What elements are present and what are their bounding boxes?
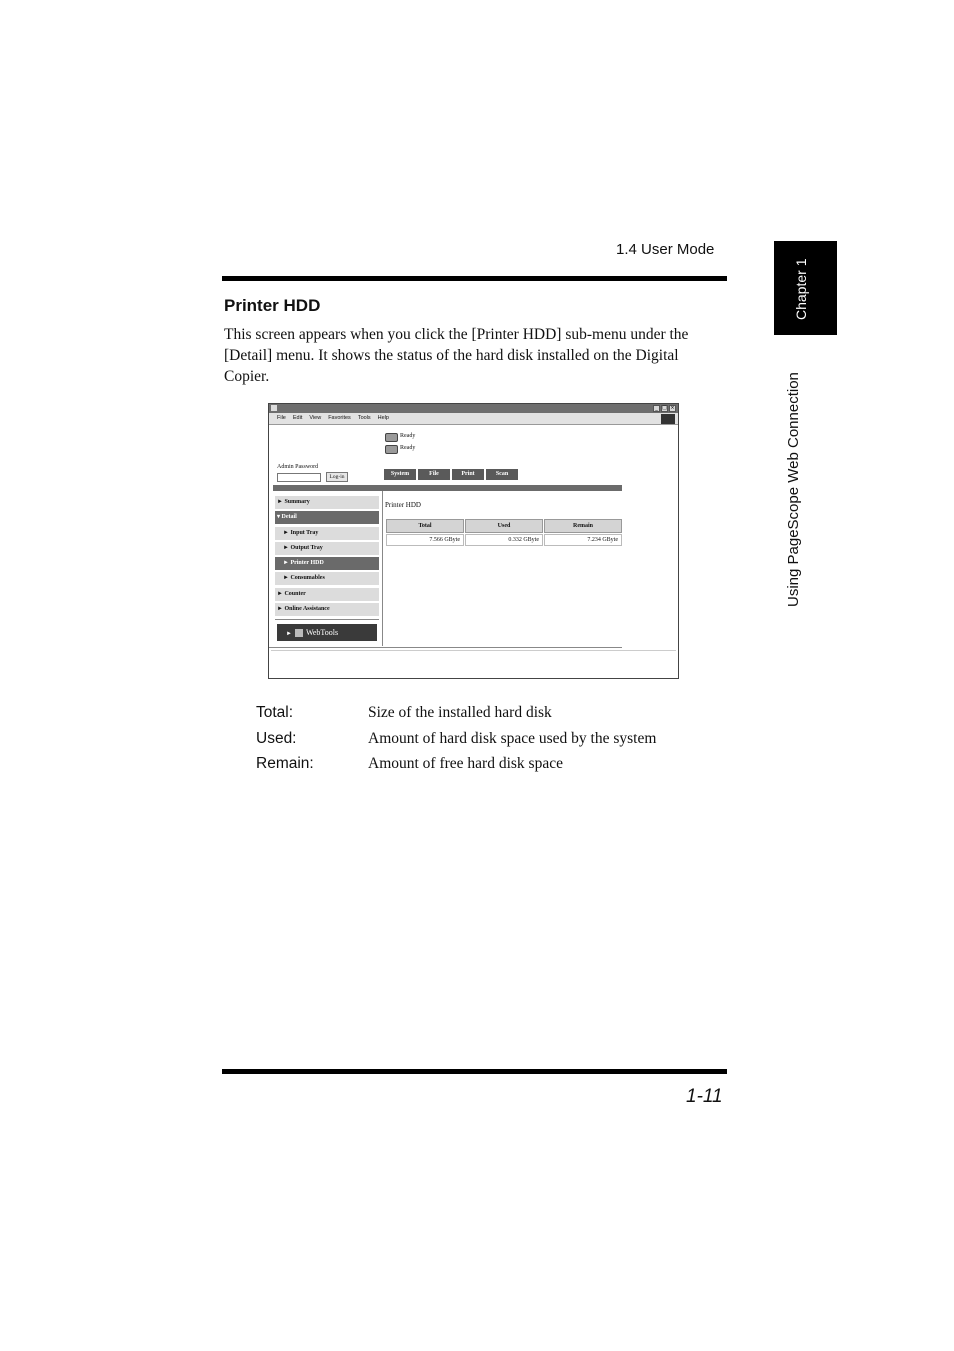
maximize-icon[interactable]: □ xyxy=(661,405,668,412)
browser-screenshot: _ □ × File Edit View Favorites Tools Hel… xyxy=(268,403,679,679)
nav-consumables[interactable]: ► Consumables xyxy=(275,572,379,586)
scanner-icon xyxy=(385,445,398,454)
sidebar-nav: ► Summary ▾ Detail ► Input Tray ► Output… xyxy=(275,496,379,624)
table-row: 7.566 GByte 0.332 GByte 7.234 GByte xyxy=(386,534,622,546)
header-total: Total xyxy=(386,519,464,533)
window-titlebar: _ □ × xyxy=(269,404,678,413)
menu-help[interactable]: Help xyxy=(378,415,389,421)
admin-password-label: Admin Password xyxy=(277,464,319,470)
content-divider xyxy=(382,491,383,646)
chapter-tab-label: Chapter 1 xyxy=(793,258,809,320)
webtools-icon xyxy=(294,629,303,638)
nav-input-tray[interactable]: ► Input Tray xyxy=(275,526,379,540)
printer-icon xyxy=(385,433,398,442)
intro-paragraph: This screen appears when you click the [… xyxy=(224,326,689,385)
side-title: Using PageScope Web Connection xyxy=(785,372,802,607)
header-remain: Remain xyxy=(544,519,622,533)
menu-bar: File Edit View Favorites Tools Help xyxy=(269,413,678,425)
hdd-table: Total Used Remain 7.566 GByte 0.332 GByt… xyxy=(385,518,623,547)
printer-status: Ready xyxy=(400,433,416,439)
nav-printer-hdd[interactable]: ► Printer HDD xyxy=(275,557,379,571)
def-desc-remain: Amount of free hard disk space xyxy=(368,755,563,772)
arrow-icon: ► xyxy=(286,631,292,637)
nav-detail[interactable]: ▾ Detail xyxy=(275,511,379,525)
menu-favorites[interactable]: Favorites xyxy=(328,415,351,421)
webtools-label: WebTools xyxy=(305,628,339,637)
nav-counter[interactable]: ► Counter xyxy=(275,587,379,601)
value-remain: 7.234 GByte xyxy=(544,534,622,546)
scanner-status: Ready xyxy=(400,445,416,451)
menu-file[interactable]: File xyxy=(277,415,286,421)
bottom-divider xyxy=(269,647,622,648)
windows-logo-icon xyxy=(661,414,675,424)
value-total: 7.566 GByte xyxy=(386,534,464,546)
menu-edit[interactable]: Edit xyxy=(293,415,302,421)
top-rule xyxy=(222,276,727,281)
nav-output-tray[interactable]: ► Output Tray xyxy=(275,541,379,555)
section-heading: Printer HDD xyxy=(224,296,321,315)
header-bar xyxy=(273,485,622,491)
login-button[interactable]: Log-in xyxy=(326,472,348,482)
def-desc-used: Amount of hard disk space used by the sy… xyxy=(368,730,657,747)
tab-file[interactable]: File xyxy=(418,469,450,480)
nav-summary[interactable]: ► Summary xyxy=(275,496,379,509)
def-term-remain: Remain: xyxy=(256,755,314,772)
minimize-icon[interactable]: _ xyxy=(653,405,660,412)
browser-icon xyxy=(271,405,277,411)
page-number: 1-11 xyxy=(686,1086,723,1107)
section-header: 1.4 User Mode xyxy=(616,241,715,258)
header-used: Used xyxy=(465,519,543,533)
def-term-total: Total: xyxy=(256,704,294,721)
top-tabs: System File Print Scan xyxy=(384,469,518,480)
bottom-rule xyxy=(222,1069,727,1074)
admin-password-input[interactable] xyxy=(277,473,321,482)
value-used: 0.332 GByte xyxy=(465,534,543,546)
menu-tools[interactable]: Tools xyxy=(358,415,371,421)
main-title: Printer HDD xyxy=(385,501,421,509)
nav-divider xyxy=(275,619,379,621)
def-desc-total: Size of the installed hard disk xyxy=(368,704,552,721)
close-icon[interactable]: × xyxy=(669,405,676,412)
nav-online-assistance[interactable]: ► Online Assistance xyxy=(275,603,379,617)
tab-scan[interactable]: Scan xyxy=(486,469,518,480)
tab-print[interactable]: Print xyxy=(452,469,484,480)
menu-view[interactable]: View xyxy=(309,415,321,421)
def-term-used: Used: xyxy=(256,730,297,747)
tab-system[interactable]: System xyxy=(384,469,416,480)
webtools-button[interactable]: ► WebTools xyxy=(277,624,377,641)
status-bar xyxy=(271,650,676,676)
